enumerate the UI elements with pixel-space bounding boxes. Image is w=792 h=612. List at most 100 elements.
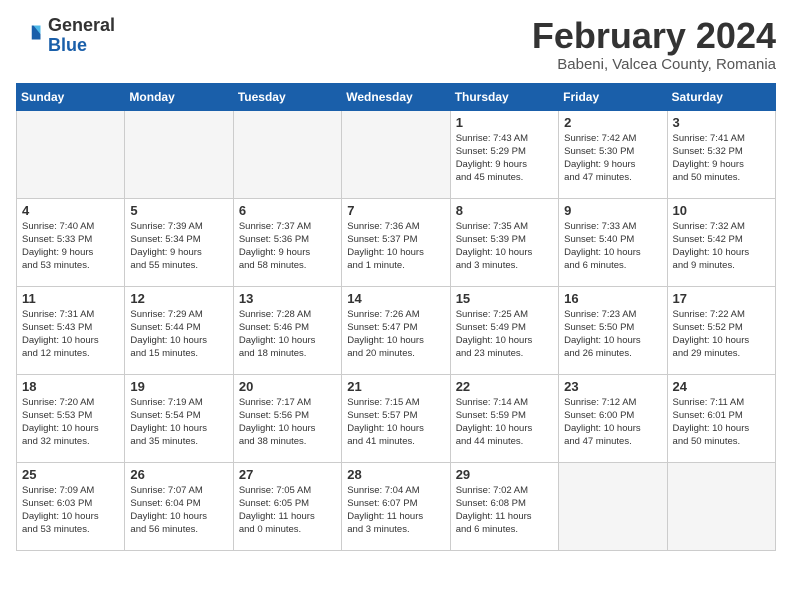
- day-info: Sunrise: 7:43 AM Sunset: 5:29 PM Dayligh…: [456, 132, 553, 185]
- calendar-cell: 3Sunrise: 7:41 AM Sunset: 5:32 PM Daylig…: [667, 110, 775, 198]
- day-info: Sunrise: 7:33 AM Sunset: 5:40 PM Dayligh…: [564, 220, 661, 273]
- calendar-cell: [125, 110, 233, 198]
- day-info: Sunrise: 7:04 AM Sunset: 6:07 PM Dayligh…: [347, 484, 444, 537]
- day-info: Sunrise: 7:11 AM Sunset: 6:01 PM Dayligh…: [673, 396, 770, 449]
- day-number: 22: [456, 379, 553, 394]
- day-number: 7: [347, 203, 444, 218]
- weekday-header-friday: Friday: [559, 83, 667, 110]
- calendar-cell: 4Sunrise: 7:40 AM Sunset: 5:33 PM Daylig…: [17, 198, 125, 286]
- calendar-cell: 28 Sunrise: 7:04 AM Sunset: 6:07 PM Dayli…: [342, 462, 450, 550]
- calendar-cell: 17 Sunrise: 7:22 AM Sunset: 5:52 PM Dayli…: [667, 286, 775, 374]
- calendar-cell: 20Sunrise: 7:17 AM Sunset: 5:56 PM Dayli…: [233, 374, 341, 462]
- day-number: 26: [130, 467, 227, 482]
- day-info: Sunrise: 7:25 AM Sunset: 5:49 PM Dayligh…: [456, 308, 553, 361]
- calendar-cell: 6 Sunrise: 7:37 AM Sunset: 5:36 PM Daylig…: [233, 198, 341, 286]
- day-info: Sunrise: 7:07 AM Sunset: 6:04 PM Dayligh…: [130, 484, 227, 537]
- day-info: Sunrise: 7:42 AM Sunset: 5:30 PM Dayligh…: [564, 132, 661, 185]
- day-number: 10: [673, 203, 770, 218]
- day-info: Sunrise: 7:17 AM Sunset: 5:56 PM Dayligh…: [239, 396, 336, 449]
- week-row-4: 18 Sunrise: 7:20 AM Sunset: 5:53 PM Dayli…: [17, 374, 776, 462]
- calendar-cell: 8 Sunrise: 7:35 AM Sunset: 5:39 PM Daylig…: [450, 198, 558, 286]
- day-number: 5: [130, 203, 227, 218]
- calendar-cell: 7 Sunrise: 7:36 AM Sunset: 5:37 PM Daylig…: [342, 198, 450, 286]
- calendar-cell: 15 Sunrise: 7:25 AM Sunset: 5:49 PM Dayli…: [450, 286, 558, 374]
- day-info: Sunrise: 7:36 AM Sunset: 5:37 PM Dayligh…: [347, 220, 444, 273]
- day-info: Sunrise: 7:20 AM Sunset: 5:53 PM Dayligh…: [22, 396, 119, 449]
- day-number: 25: [22, 467, 119, 482]
- day-number: 8: [456, 203, 553, 218]
- weekday-header-tuesday: Tuesday: [233, 83, 341, 110]
- calendar-cell: [559, 462, 667, 550]
- day-info: Sunrise: 7:40 AM Sunset: 5:33 PM Dayligh…: [22, 220, 119, 273]
- weekday-header-monday: Monday: [125, 83, 233, 110]
- calendar-cell: 5 Sunrise: 7:39 AM Sunset: 5:34 PM Daylig…: [125, 198, 233, 286]
- day-info: Sunrise: 7:15 AM Sunset: 5:57 PM Dayligh…: [347, 396, 444, 449]
- day-number: 27: [239, 467, 336, 482]
- day-info: Sunrise: 7:37 AM Sunset: 5:36 PM Dayligh…: [239, 220, 336, 273]
- day-number: 18: [22, 379, 119, 394]
- calendar-cell: 18 Sunrise: 7:20 AM Sunset: 5:53 PM Dayli…: [17, 374, 125, 462]
- day-number: 13: [239, 291, 336, 306]
- calendar-table: SundayMondayTuesdayWednesdayThursdayFrid…: [16, 83, 776, 551]
- day-number: 16: [564, 291, 661, 306]
- calendar-cell: 1 Sunrise: 7:43 AM Sunset: 5:29 PM Daylig…: [450, 110, 558, 198]
- weekday-header-wednesday: Wednesday: [342, 83, 450, 110]
- logo-icon: [16, 22, 44, 50]
- day-number: 17: [673, 291, 770, 306]
- day-number: 2: [564, 115, 661, 130]
- logo-blue-text: Blue: [48, 35, 87, 55]
- day-info: Sunrise: 7:05 AM Sunset: 6:05 PM Dayligh…: [239, 484, 336, 537]
- day-number: 1: [456, 115, 553, 130]
- calendar-cell: 13 Sunrise: 7:28 AM Sunset: 5:46 PM Dayli…: [233, 286, 341, 374]
- day-info: Sunrise: 7:29 AM Sunset: 5:44 PM Dayligh…: [130, 308, 227, 361]
- calendar-cell: 2 Sunrise: 7:42 AM Sunset: 5:30 PM Daylig…: [559, 110, 667, 198]
- day-info: Sunrise: 7:32 AM Sunset: 5:42 PM Dayligh…: [673, 220, 770, 273]
- day-info: Sunrise: 7:41 AM Sunset: 5:32 PM Dayligh…: [673, 132, 770, 185]
- calendar-cell: 26 Sunrise: 7:07 AM Sunset: 6:04 PM Dayli…: [125, 462, 233, 550]
- day-number: 24: [673, 379, 770, 394]
- calendar-cell: 14Sunrise: 7:26 AM Sunset: 5:47 PM Dayli…: [342, 286, 450, 374]
- day-number: 23: [564, 379, 661, 394]
- title-block: February 2024 Babeni, Valcea County, Rom…: [532, 16, 776, 73]
- week-row-2: 4Sunrise: 7:40 AM Sunset: 5:33 PM Daylig…: [17, 198, 776, 286]
- logo: General Blue: [16, 16, 115, 56]
- day-info: Sunrise: 7:14 AM Sunset: 5:59 PM Dayligh…: [456, 396, 553, 449]
- day-info: Sunrise: 7:31 AM Sunset: 5:43 PM Dayligh…: [22, 308, 119, 361]
- month-title: February 2024: [532, 16, 776, 56]
- calendar-cell: [342, 110, 450, 198]
- day-info: Sunrise: 7:02 AM Sunset: 6:08 PM Dayligh…: [456, 484, 553, 537]
- day-number: 9: [564, 203, 661, 218]
- calendar-cell: 11Sunrise: 7:31 AM Sunset: 5:43 PM Dayli…: [17, 286, 125, 374]
- calendar-cell: 19 Sunrise: 7:19 AM Sunset: 5:54 PM Dayli…: [125, 374, 233, 462]
- day-info: Sunrise: 7:23 AM Sunset: 5:50 PM Dayligh…: [564, 308, 661, 361]
- day-info: Sunrise: 7:35 AM Sunset: 5:39 PM Dayligh…: [456, 220, 553, 273]
- day-info: Sunrise: 7:22 AM Sunset: 5:52 PM Dayligh…: [673, 308, 770, 361]
- calendar-cell: 21Sunrise: 7:15 AM Sunset: 5:57 PM Dayli…: [342, 374, 450, 462]
- day-info: Sunrise: 7:19 AM Sunset: 5:54 PM Dayligh…: [130, 396, 227, 449]
- calendar-cell: [17, 110, 125, 198]
- day-number: 28: [347, 467, 444, 482]
- day-number: 19: [130, 379, 227, 394]
- day-info: Sunrise: 7:39 AM Sunset: 5:34 PM Dayligh…: [130, 220, 227, 273]
- weekday-header-thursday: Thursday: [450, 83, 558, 110]
- calendar-cell: 12 Sunrise: 7:29 AM Sunset: 5:44 PM Dayli…: [125, 286, 233, 374]
- weekday-header-saturday: Saturday: [667, 83, 775, 110]
- week-row-5: 25 Sunrise: 7:09 AM Sunset: 6:03 PM Dayli…: [17, 462, 776, 550]
- calendar-cell: 25 Sunrise: 7:09 AM Sunset: 6:03 PM Dayli…: [17, 462, 125, 550]
- weekday-header-sunday: Sunday: [17, 83, 125, 110]
- page-header: General Blue February 2024 Babeni, Valce…: [16, 16, 776, 73]
- calendar-cell: 27 Sunrise: 7:05 AM Sunset: 6:05 PM Dayli…: [233, 462, 341, 550]
- logo-general-text: General: [48, 15, 115, 35]
- calendar-cell: [667, 462, 775, 550]
- day-number: 6: [239, 203, 336, 218]
- day-number: 12: [130, 291, 227, 306]
- day-info: Sunrise: 7:09 AM Sunset: 6:03 PM Dayligh…: [22, 484, 119, 537]
- day-info: Sunrise: 7:28 AM Sunset: 5:46 PM Dayligh…: [239, 308, 336, 361]
- calendar-cell: [233, 110, 341, 198]
- day-info: Sunrise: 7:12 AM Sunset: 6:00 PM Dayligh…: [564, 396, 661, 449]
- day-number: 29: [456, 467, 553, 482]
- calendar-cell: 29 Sunrise: 7:02 AM Sunset: 6:08 PM Dayli…: [450, 462, 558, 550]
- day-number: 15: [456, 291, 553, 306]
- calendar-cell: 9 Sunrise: 7:33 AM Sunset: 5:40 PM Daylig…: [559, 198, 667, 286]
- location: Babeni, Valcea County, Romania: [532, 56, 776, 73]
